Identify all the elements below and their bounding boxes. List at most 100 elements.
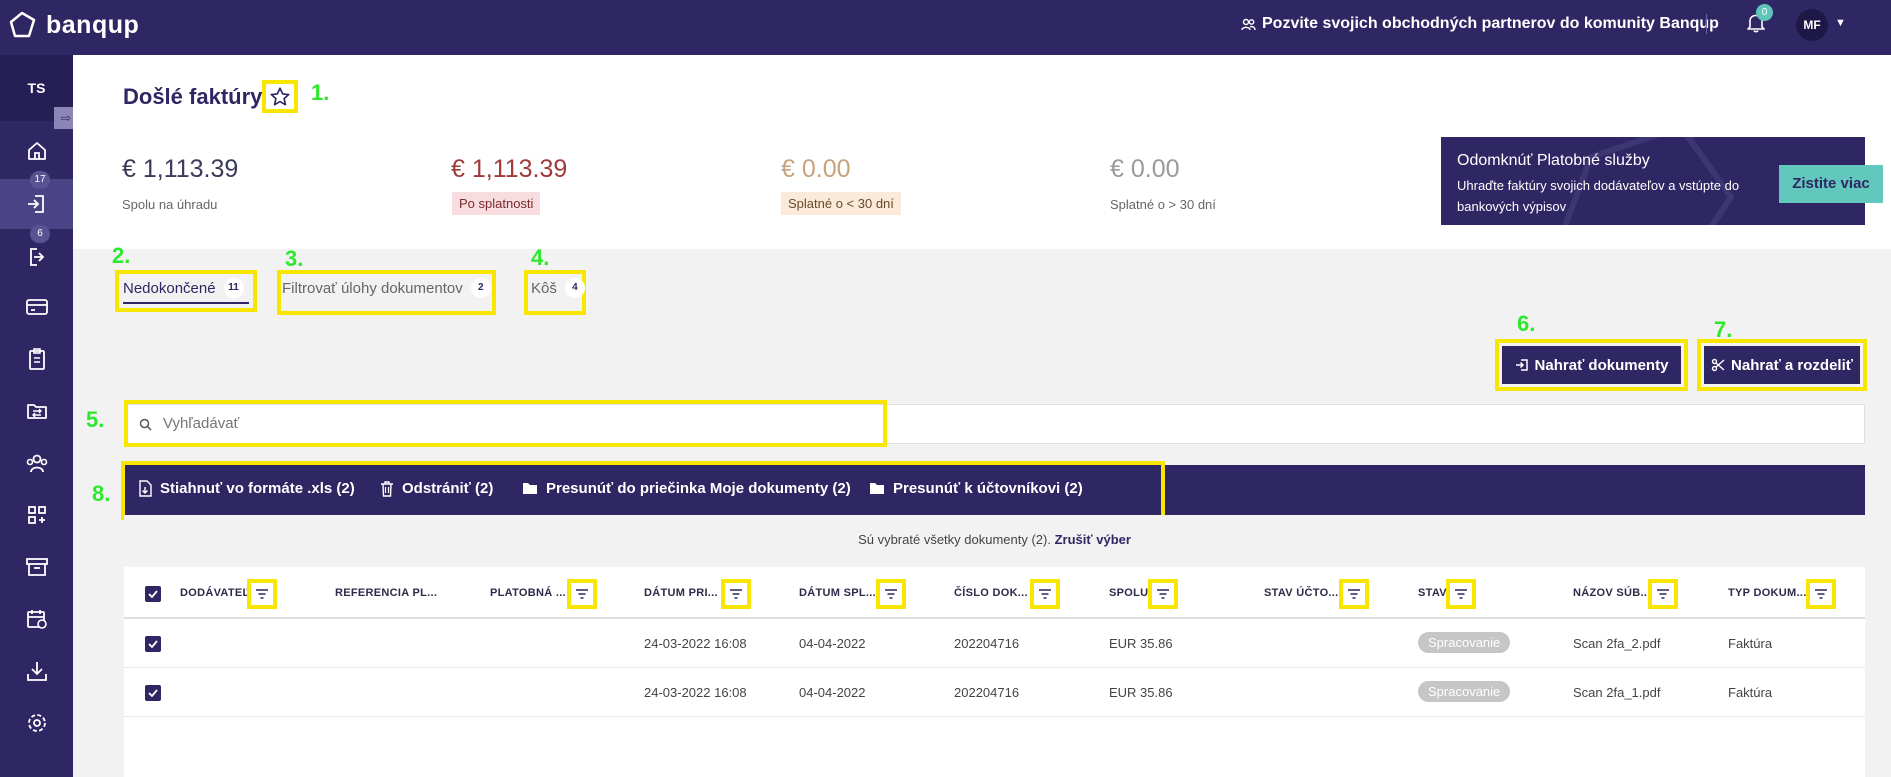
sidebar-item-home[interactable] <box>0 127 73 175</box>
upload-documents-label: Nahrať dokumenty <box>1534 356 1669 374</box>
sidebar-item-incoming[interactable]: 17 <box>0 171 73 229</box>
credit-card-icon <box>25 299 48 315</box>
column-payment-reference[interactable]: REFERENCIA PL... <box>335 587 437 599</box>
divider <box>1706 14 1707 34</box>
row-checkbox[interactable] <box>145 685 161 701</box>
clear-selection-link[interactable]: Zrušiť výber <box>1055 532 1131 547</box>
filter-document-type-icon[interactable] <box>1806 579 1836 609</box>
tab-unfinished-count: 11 <box>223 278 244 298</box>
sidebar-item-contacts[interactable] <box>0 439 73 487</box>
upload-documents-button[interactable]: Nahrať dokumenty <box>1502 346 1681 384</box>
outbox-export-icon <box>29 248 44 266</box>
scissors-icon <box>1711 358 1725 372</box>
upload-and-split-label: Nahrať a rozdeliť <box>1731 356 1853 374</box>
cell-document-number: 202204716 <box>954 636 1020 651</box>
annotation-4: 4. <box>531 245 550 270</box>
cell-due-date: 04-04-2022 <box>799 685 866 700</box>
column-received-date[interactable]: DÁTUM PRI... <box>644 587 718 599</box>
tab-trash[interactable]: Kôš 4 <box>531 278 585 298</box>
column-supplier[interactable]: DODÁVATEĽ <box>180 587 250 599</box>
cell-document-type: Faktúra <box>1728 636 1773 651</box>
sidebar-item-calendar[interactable] <box>0 595 73 643</box>
table-row[interactable]: 24-03-2022 16:08 04-04-2022 202204716 EU… <box>124 619 1865 668</box>
column-status[interactable]: STAV <box>1418 587 1447 599</box>
banqup-logo[interactable]: banqup <box>8 10 139 40</box>
column-payment[interactable]: PLATOBNÁ ... <box>490 587 566 599</box>
cell-total: EUR 35.86 <box>1109 636 1173 651</box>
favorite-button[interactable] <box>262 80 298 113</box>
check-icon <box>148 689 158 697</box>
select-all-checkbox[interactable] <box>145 586 161 602</box>
cell-file-name: Scan 2fa_1.pdf <box>1573 685 1661 700</box>
invite-partners-link[interactable]: Pozvite svojich obchodných partnerov do … <box>1241 15 1719 33</box>
upload-import-icon <box>1515 359 1528 371</box>
upload-and-split-button[interactable]: Nahrať a rozdeliť <box>1704 346 1860 384</box>
outgoing-count-badge: 6 <box>30 225 50 243</box>
tab-trash-label: Kôš <box>531 279 557 297</box>
invite-text: Pozvite svojich obchodných partnerov do … <box>1262 15 1719 32</box>
filter-status-icon[interactable] <box>1446 579 1476 609</box>
column-document-number[interactable]: ČÍSLO DOK... <box>954 587 1028 599</box>
cell-received-date: 24-03-2022 16:08 <box>644 685 747 700</box>
tab-unfinished-label: Nedokončené <box>123 279 216 297</box>
sidebar-item-settings[interactable] <box>0 699 73 747</box>
table-header: DODÁVATEĽ REFERENCIA PL... PLATOBNÁ ... … <box>124 567 1865 619</box>
filter-received-date-icon[interactable] <box>721 579 751 609</box>
tab-trash-count: 4 <box>564 278 585 298</box>
sidebar-item-transfers[interactable] <box>0 387 73 435</box>
user-avatar[interactable]: MF <box>1796 9 1828 41</box>
table-row[interactable]: 24-03-2022 16:08 04-04-2022 202204716 EU… <box>124 668 1865 717</box>
column-due-date[interactable]: DÁTUM SPL... <box>799 587 876 599</box>
chevron-down-icon[interactable]: ▼ <box>1835 17 1846 29</box>
filter-due-date-icon[interactable] <box>876 579 906 609</box>
filter-supplier-icon[interactable] <box>247 579 277 609</box>
sidebar-item-archive[interactable] <box>0 543 73 591</box>
annotation-8: 8. <box>92 481 111 506</box>
status-badge: Spracovanie <box>1418 681 1511 702</box>
stat-due-later-amount: € 0.00 <box>1110 155 1180 183</box>
filter-document-number-icon[interactable] <box>1030 579 1060 609</box>
notification-count-badge: 0 <box>1756 4 1773 21</box>
annotation-6: 6. <box>1517 311 1536 336</box>
filter-accounting-status-icon[interactable] <box>1339 579 1369 609</box>
active-tab-underline <box>123 302 249 304</box>
tab-filter-count: 2 <box>470 278 491 298</box>
people-icon <box>1241 18 1256 30</box>
sidebar-item-documents[interactable] <box>0 335 73 383</box>
column-accounting-status[interactable]: STAV ÚČTO... <box>1264 587 1339 599</box>
column-document-type[interactable]: TYP DOKUM... <box>1728 587 1807 599</box>
top-bar: banqup Pozvite svojich obchodných partne… <box>0 0 1891 55</box>
learn-more-button[interactable]: Zistite viac <box>1779 165 1883 203</box>
cell-document-type: Faktúra <box>1728 685 1773 700</box>
tab-unfinished[interactable]: Nedokončené 11 <box>123 278 244 298</box>
tab-filter-label: Filtrovať úlohy dokumentov <box>282 279 463 297</box>
annotation-3: 3. <box>285 246 304 271</box>
cell-file-name: Scan 2fa_2.pdf <box>1573 636 1661 651</box>
check-icon <box>148 640 158 648</box>
annotation-1: 1. <box>311 80 330 105</box>
stat-due-soon-label: Splatné o < 30 dní <box>781 192 901 215</box>
selection-text: Sú vybraté všetky dokumenty (2). <box>858 532 1051 547</box>
column-total[interactable]: SPOLU <box>1109 587 1148 599</box>
stat-due-later-label: Splatné o > 30 dní <box>1110 197 1216 212</box>
sidebar-item-outgoing[interactable]: 6 <box>0 225 73 281</box>
logo-icon <box>9 11 36 38</box>
cell-document-number: 202204716 <box>954 685 1020 700</box>
filter-payment-icon[interactable] <box>567 579 597 609</box>
filter-total-icon[interactable] <box>1148 579 1178 609</box>
selection-info: Sú vybraté všetky dokumenty (2). Zrušiť … <box>124 515 1865 567</box>
row-checkbox[interactable] <box>145 636 161 652</box>
sidebar-item-payments[interactable] <box>0 283 73 331</box>
download-tray-icon <box>26 662 47 681</box>
promo-subtitle: Uhraďte faktúry svojich dodávateľov a vs… <box>1457 178 1740 214</box>
gear-icon <box>27 714 46 732</box>
filter-file-name-icon[interactable] <box>1648 579 1678 609</box>
column-file-name[interactable]: NÁZOV SÚB... <box>1573 587 1651 599</box>
stat-overdue-label: Po splatnosti <box>452 192 541 215</box>
folder-transfer-icon <box>26 404 47 419</box>
tab-filter-document-tasks[interactable]: Filtrovať úlohy dokumentov 2 <box>282 278 491 298</box>
logo-text: banqup <box>46 10 140 39</box>
cell-total: EUR 35.86 <box>1109 685 1173 700</box>
sidebar-item-downloads[interactable] <box>0 647 73 695</box>
sidebar-item-apps[interactable] <box>0 491 73 539</box>
